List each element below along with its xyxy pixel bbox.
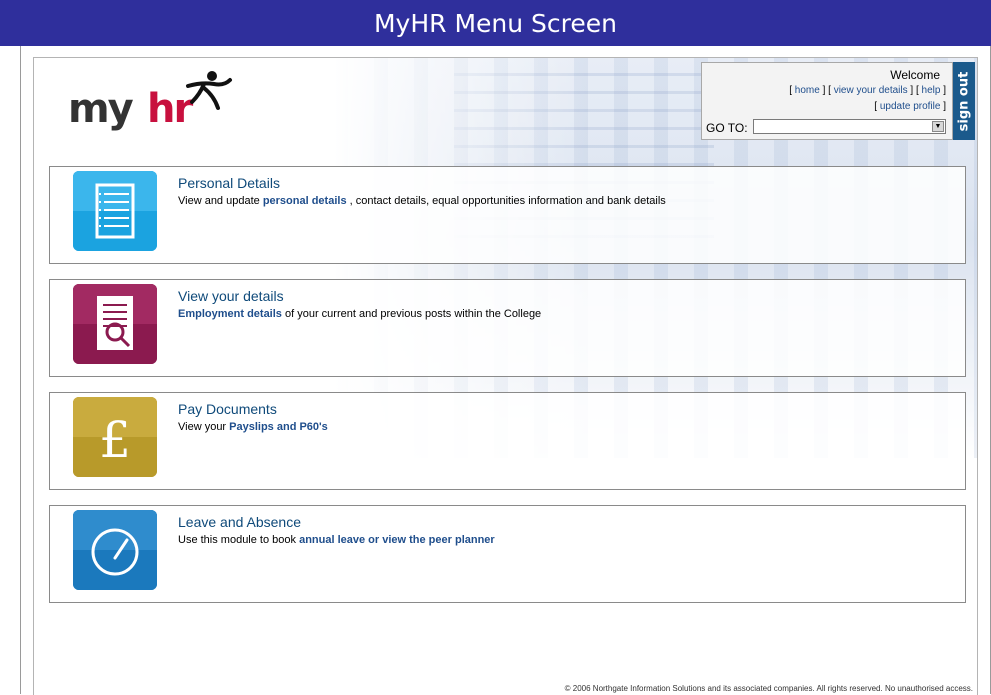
- chevron-down-icon[interactable]: ▼: [932, 121, 944, 132]
- pound-icon[interactable]: £: [73, 397, 157, 477]
- card-leave-and-absence[interactable]: Leave and Absence Use this module to boo…: [49, 505, 966, 603]
- document-search-icon[interactable]: [73, 284, 157, 364]
- card-description: Employment details of your current and p…: [178, 308, 541, 320]
- main-content: my hr Welcome [ home ] [ view your detai…: [33, 57, 978, 695]
- welcome-label: Welcome: [890, 68, 940, 82]
- goto-label: GO TO:: [706, 121, 748, 135]
- document-list-icon[interactable]: [73, 171, 157, 251]
- header-links-2: [ update profile ]: [874, 101, 946, 112]
- desc-text: View your: [178, 421, 230, 433]
- card-view-your-details[interactable]: View your details Employment details of …: [49, 279, 966, 377]
- card-title[interactable]: Personal Details: [178, 175, 280, 191]
- help-link[interactable]: help: [922, 85, 941, 96]
- card-title[interactable]: View your details: [178, 288, 284, 304]
- desc-link[interactable]: annual leave or view the peer planner: [299, 534, 495, 546]
- desc-link[interactable]: Payslips and P60's: [229, 421, 328, 433]
- sign-out-button[interactable]: sign out: [953, 62, 975, 140]
- card-personal-details[interactable]: Personal Details View and update persona…: [49, 166, 966, 264]
- home-link[interactable]: home: [795, 85, 820, 96]
- card-pay-documents[interactable]: £ Pay Documents View your Payslips and P…: [49, 392, 966, 490]
- window-title: MyHR Menu Screen: [373, 8, 618, 38]
- desc-text: , contact details, equal opportunities i…: [346, 195, 666, 207]
- clock-icon[interactable]: [73, 510, 157, 590]
- update-profile-link[interactable]: update profile: [880, 101, 941, 112]
- welcome-panel: Welcome [ home ] [ view your details ] […: [701, 62, 953, 140]
- desc-text: View and update: [178, 195, 263, 207]
- header-links: [ home ] [ view your details ] [ help ]: [789, 85, 946, 96]
- copyright-footer: © 2006 Northgate Information Solutions a…: [564, 684, 973, 693]
- desc-text: of your current and previous posts withi…: [281, 308, 542, 320]
- card-description: View and update personal details , conta…: [178, 195, 666, 207]
- window-title-bar: MyHR Menu Screen: [0, 0, 991, 46]
- card-title[interactable]: Leave and Absence: [178, 514, 301, 530]
- svg-text:£: £: [99, 411, 131, 469]
- desc-link[interactable]: Employment details: [178, 308, 282, 320]
- logo-my-text: my: [68, 86, 134, 132]
- card-description: Use this module to book annual leave or …: [178, 534, 495, 546]
- view-your-details-link[interactable]: view your details: [834, 85, 908, 96]
- myhr-logo: my hr: [54, 66, 244, 146]
- running-figure-icon: [186, 71, 232, 110]
- sign-out-label: sign out: [956, 71, 972, 131]
- card-description: View your Payslips and P60's: [178, 421, 328, 433]
- desc-text: Use this module to book: [178, 534, 300, 546]
- card-title[interactable]: Pay Documents: [178, 401, 277, 417]
- desc-link[interactable]: personal details: [263, 195, 347, 207]
- goto-select[interactable]: ▼: [753, 119, 946, 134]
